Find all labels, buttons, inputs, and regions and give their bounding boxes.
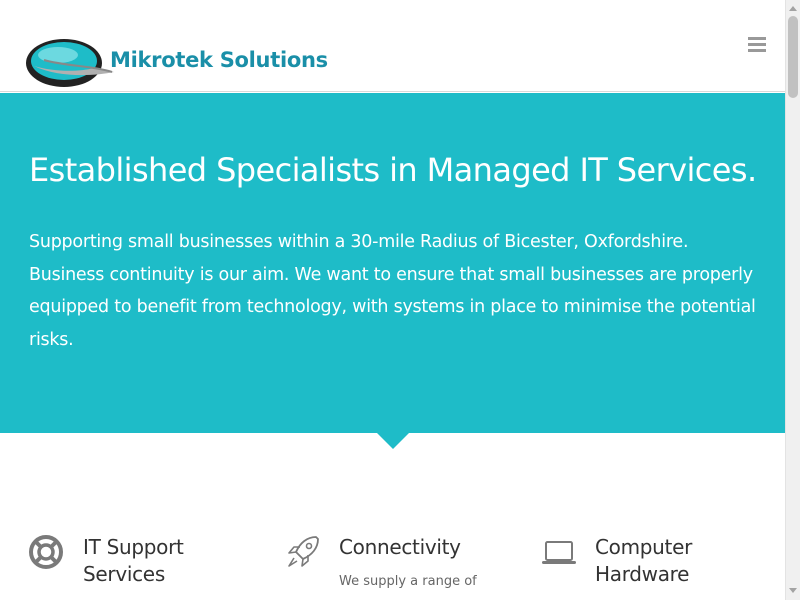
feature-description: We supply a range of [339, 574, 477, 589]
laptop-icon [542, 541, 576, 564]
rocket-icon [288, 536, 319, 567]
feature-title[interactable]: IT Support Services [83, 534, 233, 588]
site-logo[interactable]: Mikrotek Solutions [24, 36, 336, 92]
lifebuoy-icon [29, 535, 63, 569]
site-header: Mikrotek Solutions [0, 0, 785, 92]
feature-title[interactable]: Computer Hardware [595, 534, 745, 588]
feature-title[interactable]: Connectivity [339, 534, 489, 561]
hero-pointer-arrow [377, 433, 409, 449]
hero-text: Supporting small businesses within a 30-… [29, 232, 756, 350]
hamburger-menu-icon[interactable] [748, 37, 768, 53]
logo-text: Mikrotek Solutions [110, 48, 328, 72]
globe-swoosh-logo-icon [26, 39, 114, 87]
scrollbar-thumb[interactable] [788, 16, 798, 98]
vertical-scrollbar[interactable] [785, 0, 800, 600]
scroll-up-arrow-icon[interactable] [789, 6, 797, 11]
hero-title: Established Specialists in Managed IT Se… [29, 151, 757, 189]
hero-banner: Established Specialists in Managed IT Se… [0, 93, 785, 433]
scroll-down-arrow-icon[interactable] [789, 588, 797, 593]
